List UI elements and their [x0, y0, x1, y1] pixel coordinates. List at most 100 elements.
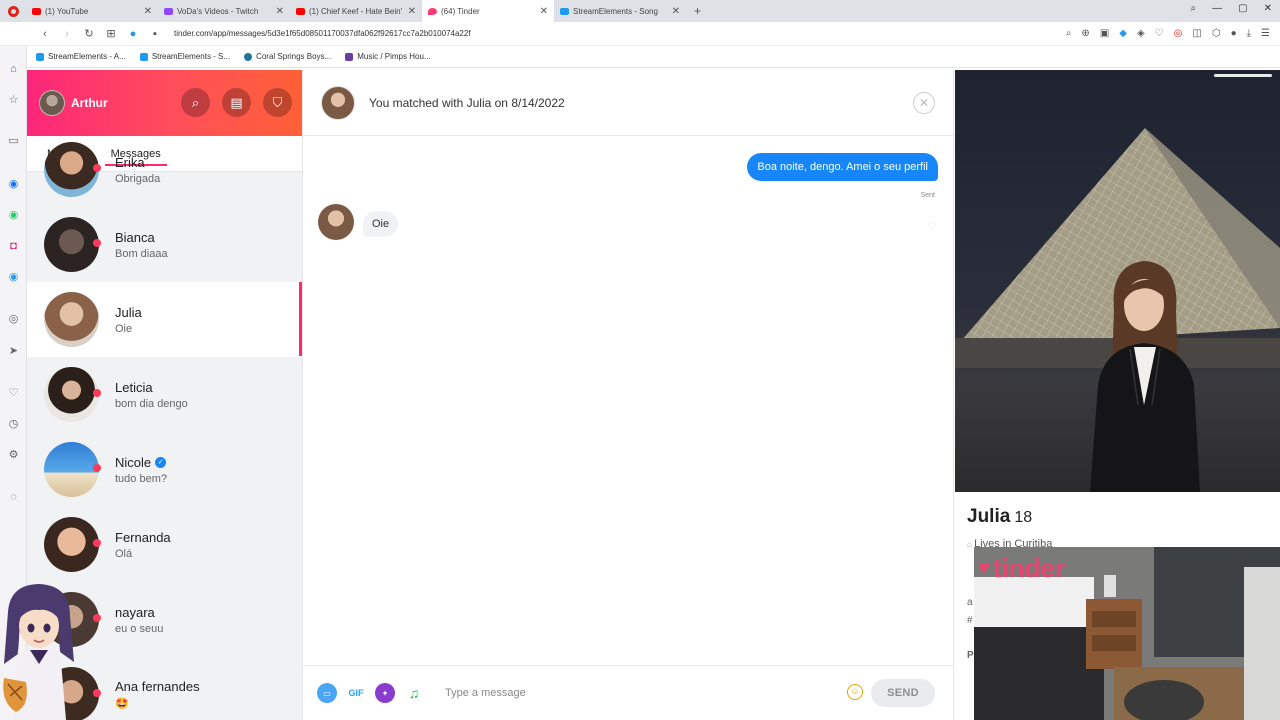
conversation-item[interactable]: Erika Obrigada: [27, 132, 302, 207]
profile-icon[interactable]: ●: [1231, 28, 1237, 39]
conversation-name: Ana fernandes: [115, 679, 200, 694]
close-icon[interactable]: ✕: [913, 92, 935, 114]
shield-icon[interactable]: ◈: [1137, 28, 1145, 39]
maximize-icon[interactable]: ▢: [1238, 3, 1247, 14]
close-tab-icon[interactable]: ✕: [540, 6, 548, 17]
conversation-item[interactable]: Fernanda Olá: [27, 507, 302, 582]
heart-bookmark-icon[interactable]: ♡: [1155, 28, 1164, 39]
url-field[interactable]: tinder.com/app/messages/5d3e1f65d0850117…: [174, 29, 471, 38]
vpn-icon[interactable]: ◆: [1119, 28, 1127, 39]
conversation-item-selected[interactable]: Julia Oie: [27, 282, 302, 357]
unread-dot-icon: [93, 164, 101, 172]
home-icon: ⌂: [967, 540, 975, 549]
close-tab-icon[interactable]: ✕: [672, 6, 680, 17]
back-icon[interactable]: ‹: [34, 28, 56, 40]
instagram-icon[interactable]: ◘: [6, 239, 21, 254]
sticker-icon[interactable]: ▭: [317, 683, 337, 703]
minimize-icon[interactable]: —: [1212, 3, 1222, 14]
sidebar-header: Arthur ⌕ ▤ ⛉: [27, 70, 302, 136]
close-window-icon[interactable]: ✕: [1264, 3, 1272, 14]
browser-tab-streamelements[interactable]: StreamElements - Song ✕: [554, 0, 686, 22]
user-avatar[interactable]: [39, 90, 65, 116]
conversation-item[interactable]: Leticia bom dia dengo: [27, 357, 302, 432]
unread-dot-icon: [93, 464, 101, 472]
search-icon[interactable]: ⌕: [1066, 28, 1072, 39]
camera-icon[interactable]: ▣: [1100, 28, 1109, 39]
conversation-name: Julia: [115, 304, 142, 320]
search-tabs-icon[interactable]: ⌕: [1191, 3, 1197, 14]
avatar: [44, 367, 101, 422]
browser-tab-youtube-2[interactable]: (1) Chief Keef - Hate Bein' ✕: [290, 0, 422, 22]
work-mode-button[interactable]: ▤: [222, 88, 251, 117]
conversation-item[interactable]: Bianca Bom diaaa: [27, 207, 302, 282]
sender-avatar[interactable]: [318, 204, 354, 240]
close-tab-icon[interactable]: ✕: [408, 6, 416, 17]
music-note-icon[interactable]: ♫: [404, 683, 424, 703]
home-icon[interactable]: ⌂: [6, 62, 21, 77]
address-bar: ‹ › ↻ ⊞ ● ▪ tinder.com/app/messages/5d3e…: [0, 22, 1280, 46]
avatar: [44, 292, 99, 347]
lock-icon[interactable]: ▪: [144, 28, 166, 40]
star-icon[interactable]: ☆: [6, 93, 21, 108]
profile-photo[interactable]: [955, 70, 1280, 492]
tabs-grid-icon[interactable]: ⊞: [100, 27, 122, 40]
like-message-icon[interactable]: ♡: [927, 220, 937, 233]
opera-logo-icon[interactable]: [0, 0, 26, 22]
bookmark-item[interactable]: StreamElements - A...: [36, 52, 126, 61]
messenger-icon[interactable]: ◉: [6, 177, 21, 192]
briefcase-icon: ▤: [230, 94, 243, 110]
zoom-icon[interactable]: ⊕: [1081, 28, 1089, 39]
tab-title: (64) Tinder: [441, 6, 480, 16]
conversation-preview: 🤩: [115, 698, 129, 710]
new-tab-icon[interactable]: +: [694, 4, 701, 18]
download-icon[interactable]: ⤓: [1247, 28, 1251, 39]
bookmark-item[interactable]: Music / Pimps Hou...: [345, 52, 431, 61]
message-input[interactable]: [445, 687, 835, 699]
whatsapp-icon[interactable]: ◉: [6, 208, 21, 223]
conversation-item[interactable]: Nicole ✓ tudo bem?: [27, 432, 302, 507]
heart-icon[interactable]: ♡: [6, 386, 21, 401]
extension-icon[interactable]: ◎: [1174, 28, 1183, 39]
reload-icon[interactable]: ↻: [78, 27, 100, 40]
profile-misc: a: [967, 597, 973, 608]
player-icon[interactable]: ◎: [6, 312, 21, 327]
user-name[interactable]: Arthur: [71, 96, 108, 110]
profile-misc: #: [967, 615, 973, 626]
close-tab-icon[interactable]: ✕: [144, 6, 152, 17]
emoji-icon[interactable]: ☺: [847, 684, 863, 700]
cube-icon[interactable]: ⬡: [1212, 28, 1221, 39]
avatar: [44, 442, 101, 497]
close-tab-icon[interactable]: ✕: [276, 6, 284, 17]
address-bar-tools: ⌕ ⊕ ▣ ◆ ◈ ♡ ◎ ◫ ⬡ ● ⤓ ☰: [1066, 28, 1270, 39]
lightbulb-icon[interactable]: ◌: [6, 490, 21, 505]
menu-icon[interactable]: ☰: [1261, 28, 1270, 39]
profile-name: Julia 18: [967, 506, 1032, 528]
explore-button[interactable]: ⌕: [181, 88, 210, 117]
settings-icon[interactable]: ⚙: [6, 448, 21, 463]
browser-tab-tinder[interactable]: (64) Tinder ✕: [422, 0, 554, 22]
browser-tab-youtube[interactable]: (1) YouTube ✕: [26, 0, 158, 22]
safety-button[interactable]: ⛉: [263, 88, 292, 117]
forward-icon[interactable]: ›: [56, 28, 78, 40]
history-icon[interactable]: ◷: [6, 417, 21, 432]
screen: (1) YouTube ✕ VoDa's Videos - Twitch ✕ (…: [0, 0, 1280, 720]
send-icon[interactable]: ➤: [6, 344, 21, 359]
bag-icon[interactable]: ▭: [6, 134, 21, 149]
send-button[interactable]: SEND: [871, 679, 935, 707]
bookmark-item[interactable]: Coral Springs Boys...: [244, 52, 331, 61]
conversation-preview: bom dia dengo: [115, 397, 188, 410]
snapshot-icon[interactable]: ◫: [1192, 28, 1201, 39]
tab-title: StreamElements - Song: [573, 6, 658, 16]
unread-dot-icon: [93, 239, 101, 247]
browser-tab-twitch[interactable]: VoDa's Videos - Twitch ✕: [158, 0, 290, 22]
twitter-icon[interactable]: ◉: [6, 270, 21, 285]
unread-dot-icon: [93, 689, 101, 697]
header-buttons: ⌕ ▤ ⛉: [181, 88, 292, 117]
match-avatar[interactable]: [321, 85, 355, 120]
conversation-preview: tudo bem?: [115, 472, 167, 485]
window-controls: ⌕ — ▢ ✕: [1191, 3, 1272, 14]
bookmark-item[interactable]: StreamElements - S...: [139, 52, 230, 61]
avatar: [44, 517, 101, 572]
gif-button[interactable]: GIF: [346, 683, 366, 703]
swipe-night-icon[interactable]: ✦: [375, 683, 395, 703]
